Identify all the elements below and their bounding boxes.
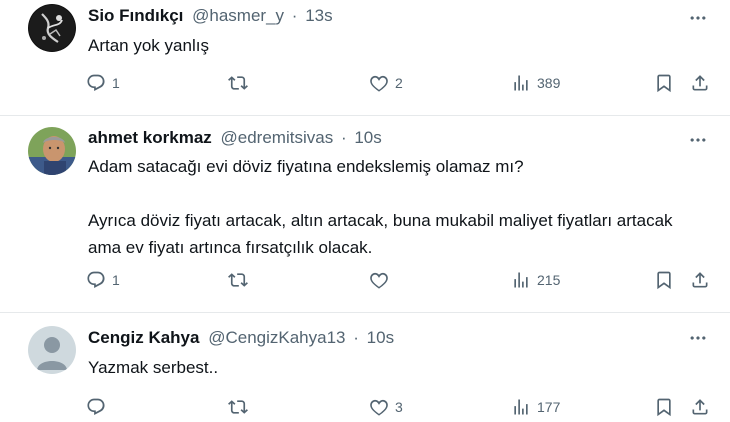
- tweet[interactable]: Sio Fındıkçı @hasmer_y · 13s Artan yok y…: [0, 0, 730, 116]
- avatar[interactable]: [28, 326, 76, 374]
- tweet[interactable]: ahmet korkmaz @edremitsivas · 10s Adam s…: [0, 116, 730, 313]
- retweet-button[interactable]: [228, 395, 248, 419]
- tweet-header: ahmet korkmaz @edremitsivas · 10s: [88, 128, 382, 148]
- like-button[interactable]: 3: [369, 395, 403, 419]
- author-handle[interactable]: @CengizKahya13: [208, 328, 345, 347]
- tweet-paragraph: Yazmak serbest..: [88, 358, 219, 377]
- retweet-button[interactable]: [228, 71, 248, 95]
- tweet[interactable]: Cengiz Kahya @CengizKahya13 · 10s Yazmak…: [0, 313, 730, 422]
- views-button[interactable]: 215: [511, 268, 560, 292]
- author-handle[interactable]: @edremitsivas: [221, 128, 334, 147]
- tweet-actions: 1 215: [0, 268, 730, 292]
- reply-button[interactable]: 1: [86, 71, 120, 95]
- author-name[interactable]: Cengiz Kahya: [88, 328, 199, 347]
- reply-icon: [86, 73, 106, 93]
- bookmark-icon: [654, 73, 674, 93]
- bookmark-icon: [654, 270, 674, 290]
- more-icon: [688, 130, 708, 150]
- timestamp[interactable]: 10s: [367, 328, 394, 347]
- reply-button[interactable]: 1: [86, 268, 120, 292]
- bookmark-button[interactable]: [654, 268, 674, 292]
- more-icon: [688, 328, 708, 348]
- avatar[interactable]: [28, 4, 76, 52]
- reply-count: 1: [112, 272, 120, 288]
- like-icon: [369, 397, 389, 417]
- retweet-button[interactable]: [228, 268, 248, 292]
- bookmark-icon: [654, 397, 674, 417]
- tweet-actions: 1 2 389: [0, 71, 730, 95]
- bookmark-button[interactable]: [654, 71, 674, 95]
- like-icon: [369, 73, 389, 93]
- tweet-header: Sio Fındıkçı @hasmer_y · 13s: [88, 6, 333, 26]
- views-button[interactable]: 389: [511, 71, 560, 95]
- timestamp[interactable]: 10s: [354, 128, 381, 147]
- views-icon: [511, 270, 531, 290]
- retweet-icon: [228, 270, 248, 290]
- timestamp[interactable]: 13s: [305, 6, 332, 25]
- separator: ·: [340, 128, 347, 147]
- tweet-paragraph: Adam satacağı evi döviz fiyatına endeksl…: [88, 157, 524, 176]
- like-button[interactable]: [369, 268, 389, 292]
- share-icon: [690, 73, 710, 93]
- tweet-header: Cengiz Kahya @CengizKahya13 · 10s: [88, 328, 394, 348]
- avatar[interactable]: [28, 127, 76, 175]
- share-button[interactable]: [690, 395, 710, 419]
- tweet-text: Artan yok yanlış: [88, 32, 690, 59]
- tweet-paragraph: Ayrıca döviz fiyatı artacak, altın artac…: [88, 211, 673, 257]
- retweet-icon: [228, 73, 248, 93]
- author-handle[interactable]: @hasmer_y: [192, 6, 284, 25]
- tweet-text: Adam satacağı evi döviz fiyatına endeksl…: [88, 153, 690, 261]
- reply-icon: [86, 270, 106, 290]
- views-button[interactable]: 177: [511, 395, 560, 419]
- more-options-button[interactable]: [688, 8, 708, 28]
- view-count: 389: [537, 75, 561, 91]
- retweet-icon: [228, 397, 248, 417]
- separator: ·: [291, 6, 298, 25]
- tweet-actions: 3 177: [0, 395, 730, 419]
- like-count: 3: [395, 399, 403, 415]
- more-icon: [688, 8, 708, 28]
- more-options-button[interactable]: [688, 328, 708, 348]
- tweet-text: Yazmak serbest..: [88, 354, 690, 381]
- views-icon: [511, 397, 531, 417]
- share-button[interactable]: [690, 71, 710, 95]
- like-icon: [369, 270, 389, 290]
- share-icon: [690, 270, 710, 290]
- author-name[interactable]: ahmet korkmaz: [88, 128, 212, 147]
- reply-icon: [86, 397, 106, 417]
- view-count: 215: [537, 272, 561, 288]
- tweet-paragraph: Artan yok yanlış: [88, 36, 209, 55]
- separator: ·: [353, 328, 359, 347]
- reply-button[interactable]: [86, 395, 106, 419]
- more-options-button[interactable]: [688, 130, 708, 150]
- views-icon: [511, 73, 531, 93]
- author-name[interactable]: Sio Fındıkçı: [88, 6, 183, 25]
- view-count: 177: [537, 399, 561, 415]
- like-button[interactable]: 2: [369, 71, 403, 95]
- reply-count: 1: [112, 75, 120, 91]
- share-button[interactable]: [690, 268, 710, 292]
- like-count: 2: [395, 75, 403, 91]
- bookmark-button[interactable]: [654, 395, 674, 419]
- share-icon: [690, 397, 710, 417]
